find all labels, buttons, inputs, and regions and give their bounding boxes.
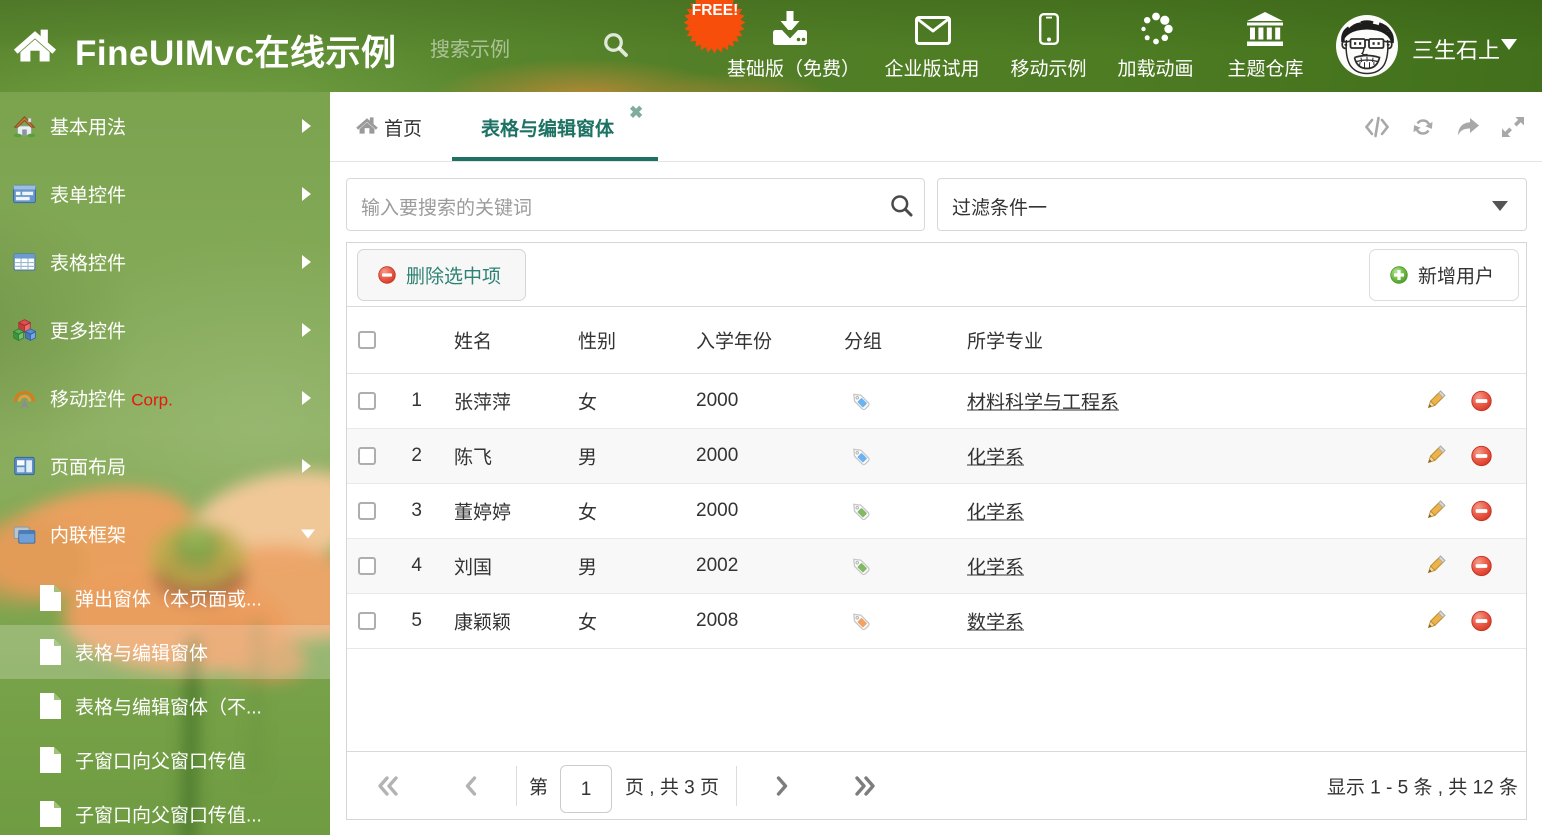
svg-text:FREE!: FREE! [692, 2, 739, 19]
